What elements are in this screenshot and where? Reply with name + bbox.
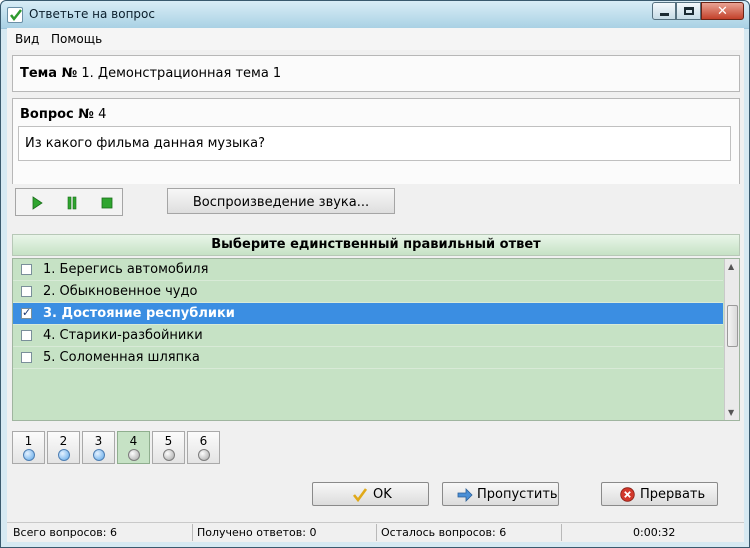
answer-label: 2. Обыкновенное чудо — [43, 284, 198, 299]
status-separator — [561, 524, 562, 541]
stop-label: Прервать — [640, 487, 706, 502]
answer-label: 4. Старики-разбойники — [43, 328, 203, 343]
checkmark-icon — [352, 488, 368, 503]
answer-option-4[interactable]: 4. Старики-разбойники — [13, 325, 723, 347]
close-icon: ✕ — [717, 4, 728, 19]
app-checkmark-icon — [7, 7, 23, 23]
play-sound-button[interactable]: Воспроизведение звука... — [167, 188, 395, 214]
answer-checkbox[interactable] — [21, 352, 32, 363]
unanswered-status-icon — [163, 449, 175, 461]
minimize-icon — [660, 13, 669, 16]
status-separator — [376, 524, 377, 541]
answers-header: Выберите единственный правильный ответ — [12, 234, 740, 256]
answer-option-5[interactable]: 5. Соломенная шляпка — [13, 347, 723, 369]
question-nav-number: 3 — [94, 434, 103, 448]
sound-player: Воспроизведение звука... — [12, 184, 740, 218]
stop-icon[interactable] — [100, 196, 114, 210]
theme-prefix: Тема № — [20, 66, 78, 81]
question-prefix: Вопрос № — [20, 107, 94, 122]
status-total-questions: Всего вопросов: 6 — [13, 526, 117, 539]
answers-scrollbar[interactable]: ▲ ▼ — [724, 259, 739, 420]
theme-line: Тема № 1. Демонстрационная тема 1 — [20, 66, 281, 81]
arrow-right-icon — [457, 488, 473, 502]
menu-help[interactable]: Помощь — [51, 32, 102, 46]
answer-checkbox-checked[interactable]: ✓ — [21, 306, 32, 319]
answer-option-2[interactable]: 2. Обыкновенное чудо — [13, 281, 723, 303]
question-nav-1[interactable]: 1 — [12, 431, 45, 464]
question-panel: Вопрос № 4 Из какого фильма данная музык… — [12, 98, 740, 188]
answered-status-icon — [23, 449, 35, 461]
unanswered-status-icon — [128, 449, 140, 461]
question-nav-number: 6 — [199, 434, 208, 448]
cancel-icon — [620, 487, 635, 502]
maximize-button[interactable] — [676, 2, 701, 20]
answer-option-3[interactable]: ✓ 3. Достояние республики — [13, 303, 723, 325]
play-sound-label: Воспроизведение звука... — [192, 195, 370, 210]
scroll-thumb[interactable] — [727, 305, 738, 347]
scroll-down-icon[interactable]: ▼ — [728, 408, 734, 417]
answer-label: 3. Достояние республики — [43, 306, 235, 321]
minimize-button[interactable] — [652, 2, 676, 20]
theme-panel: Тема № 1. Демонстрационная тема 1 — [12, 55, 740, 92]
menu-bar: Вид Помощь — [7, 28, 744, 50]
quiz-window: Ответьте на вопрос ✕ Вид Помощь Тема № 1… — [0, 0, 750, 548]
player-controls — [15, 188, 123, 216]
status-remaining-questions: Осталось вопросов: 6 — [381, 526, 507, 539]
scroll-up-icon[interactable]: ▲ — [728, 262, 734, 271]
stop-button[interactable]: Прервать — [601, 482, 718, 506]
status-separator — [192, 524, 193, 541]
skip-button[interactable]: Пропустить — [442, 482, 559, 506]
question-nav-number: 5 — [164, 434, 173, 448]
question-text-box: Из какого фильма данная музыка? — [18, 126, 731, 161]
question-text: Из какого фильма данная музыка? — [25, 136, 266, 151]
ok-button[interactable]: OK — [312, 482, 429, 506]
answered-status-icon — [93, 449, 105, 461]
skip-label: Пропустить — [477, 487, 558, 502]
title-bar: Ответьте на вопрос ✕ — [1, 1, 749, 28]
answer-option-1[interactable]: 1. Берегись автомобиля — [13, 259, 723, 281]
question-nav-number: 4 — [129, 434, 138, 448]
status-bar: Всего вопросов: 6 Получено ответов: 0 Ос… — [7, 522, 744, 542]
theme-value: 1. Демонстрационная тема 1 — [81, 66, 282, 81]
question-nav-6[interactable]: 6 — [187, 431, 220, 464]
checkmark-icon: ✓ — [22, 306, 32, 319]
maximize-icon — [684, 7, 694, 15]
window-title: Ответьте на вопрос — [29, 7, 155, 21]
question-nav-2[interactable]: 2 — [47, 431, 80, 464]
menu-view[interactable]: Вид — [15, 32, 39, 46]
window-client: Вид Помощь Тема № 1. Демонстрационная те… — [7, 28, 744, 542]
answered-status-icon — [58, 449, 70, 461]
answer-checkbox[interactable] — [21, 286, 32, 297]
question-nav-4[interactable]: 4 — [117, 431, 150, 464]
play-icon[interactable] — [30, 196, 44, 210]
question-title: Вопрос № 4 — [20, 107, 106, 122]
status-answers-received: Получено ответов: 0 — [197, 526, 317, 539]
answer-label: 5. Соломенная шляпка — [43, 350, 200, 365]
status-timer: 0:00:32 — [633, 526, 676, 539]
answer-label: 1. Берегись автомобиля — [43, 262, 209, 277]
close-button[interactable]: ✕ — [701, 2, 744, 20]
question-nav-number: 1 — [24, 434, 33, 448]
ok-label: OK — [373, 487, 392, 502]
question-nav-5[interactable]: 5 — [152, 431, 185, 464]
question-nav-3[interactable]: 3 — [82, 431, 115, 464]
question-number: 4 — [98, 107, 107, 122]
question-nav-number: 2 — [59, 434, 68, 448]
answer-checkbox[interactable] — [21, 264, 32, 275]
answers-list: 1. Берегись автомобиля 2. Обыкновенное ч… — [12, 258, 740, 421]
answer-checkbox[interactable] — [21, 330, 32, 341]
unanswered-status-icon — [198, 449, 210, 461]
pause-icon[interactable] — [65, 196, 79, 210]
